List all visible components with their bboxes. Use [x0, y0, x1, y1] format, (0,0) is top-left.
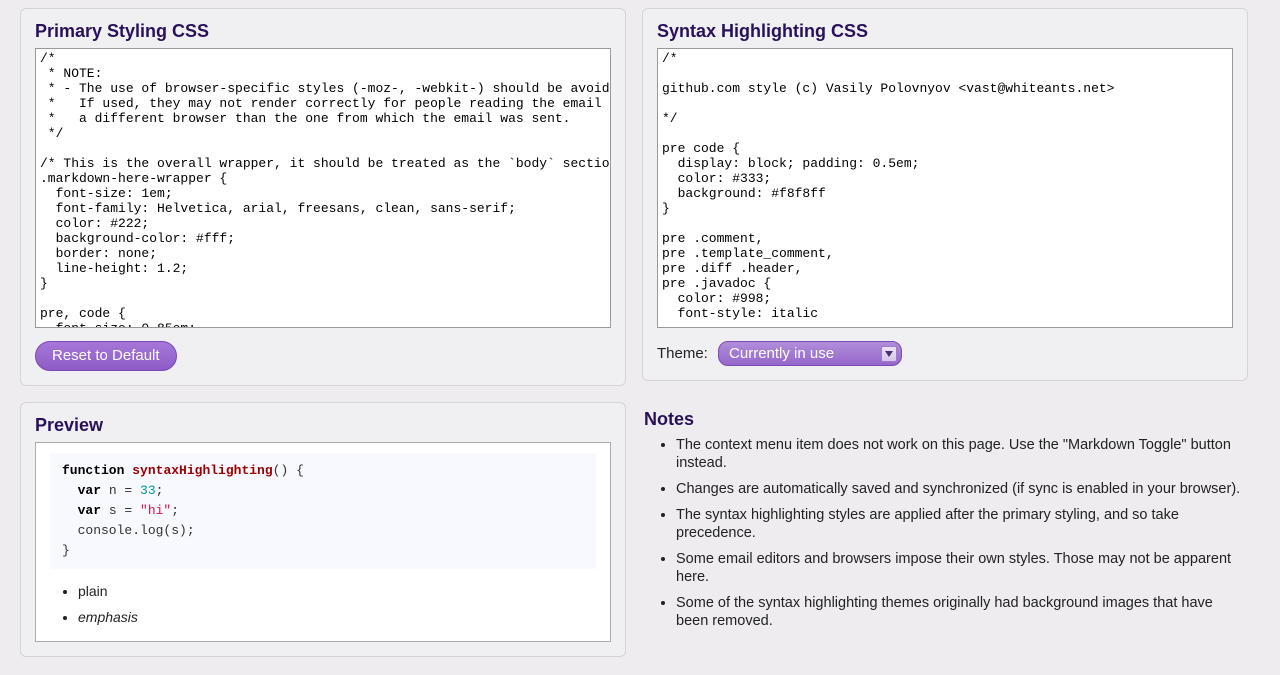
primary-styling-panel: Primary Styling CSS Reset to Default — [20, 8, 626, 386]
code-text: n = — [101, 483, 140, 498]
syntax-highlighting-title: Syntax Highlighting CSS — [657, 21, 1233, 42]
primary-css-textarea[interactable] — [35, 48, 611, 328]
code-keyword: var — [78, 503, 101, 518]
syntax-css-textarea[interactable] — [657, 48, 1233, 328]
code-number: 33 — [140, 483, 156, 498]
reset-to-default-button[interactable]: Reset to Default — [35, 341, 177, 371]
code-text: ; — [171, 503, 179, 518]
theme-select-value: Currently in use — [729, 345, 834, 362]
list-item: Some email editors and browsers impose t… — [676, 550, 1246, 586]
chevron-down-icon — [881, 346, 897, 362]
code-string: "hi" — [140, 503, 171, 518]
theme-row: Theme: Currently in use — [657, 341, 1233, 366]
left-column: Primary Styling CSS Reset to Default Pre… — [20, 8, 626, 673]
notes-title: Notes — [644, 409, 1246, 430]
list-item: The context menu item does not work on t… — [676, 436, 1246, 472]
page-viewport: Primary Styling CSS Reset to Default Pre… — [0, 0, 1264, 675]
preview-list: plain emphasis — [50, 583, 596, 625]
preview-content[interactable]: function syntaxHighlighting() { var n = … — [35, 442, 611, 642]
main-container: Primary Styling CSS Reset to Default Pre… — [0, 0, 1264, 675]
code-keyword: function — [62, 463, 124, 478]
preview-title: Preview — [35, 415, 611, 436]
theme-label: Theme: — [657, 345, 708, 362]
code-text: ; — [156, 483, 164, 498]
list-item: The syntax highlighting styles are appli… — [676, 506, 1246, 542]
list-item: Changes are automatically saved and sync… — [676, 480, 1246, 498]
notes-list: The context menu item does not work on t… — [644, 436, 1246, 630]
code-text: } — [62, 543, 70, 558]
code-text: s = — [101, 503, 140, 518]
theme-select[interactable]: Currently in use — [718, 341, 902, 366]
list-item: plain — [78, 583, 596, 599]
primary-styling-title: Primary Styling CSS — [35, 21, 611, 42]
syntax-highlighting-panel: Syntax Highlighting CSS Theme: Currently… — [642, 8, 1248, 381]
right-column: Syntax Highlighting CSS Theme: Currently… — [642, 8, 1248, 673]
list-item: Some of the syntax highlighting themes o… — [676, 594, 1246, 630]
preview-code-block: function syntaxHighlighting() { var n = … — [50, 453, 596, 569]
code-text: console.log(s); — [62, 523, 195, 538]
notes-panel: Notes The context menu item does not wor… — [642, 397, 1248, 650]
list-item: emphasis — [78, 609, 596, 625]
preview-panel: Preview function syntaxHighlighting() { … — [20, 402, 626, 657]
code-text: () { — [273, 463, 304, 478]
code-fn-title: syntaxHighlighting — [132, 463, 272, 478]
code-keyword: var — [78, 483, 101, 498]
